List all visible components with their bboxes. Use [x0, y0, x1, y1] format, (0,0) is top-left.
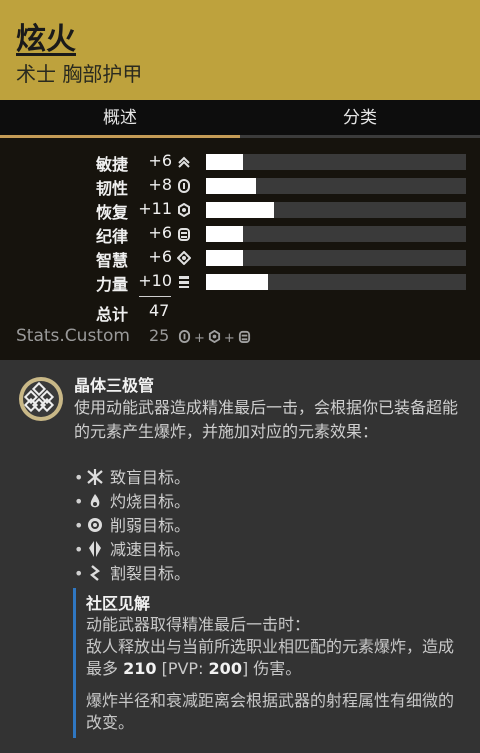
- community-note: 爆炸半径和衰减距离会根据武器的射程属性有细微的改变。: [86, 691, 455, 732]
- community-title: 社区见解: [86, 594, 151, 613]
- stat-bar: [206, 202, 466, 218]
- effect-item-scorch: • 灼烧目标。: [74, 492, 191, 511]
- mobility-icon: [177, 154, 191, 168]
- custom-stats-value: 25: [149, 326, 170, 345]
- stat-bar: [206, 250, 466, 266]
- resilience-icon: [177, 178, 191, 193]
- stat-row: 力量 +10: [0, 271, 480, 294]
- tab-bar: 概述 分类: [0, 100, 480, 138]
- perk-title: 晶体三极管: [74, 376, 155, 395]
- custom-stats-label: Stats.Custom: [16, 326, 130, 346]
- effect-item-weaken: • 削弱目标。: [74, 516, 191, 535]
- scorch-icon: [86, 493, 104, 509]
- item-subtitle: 术士 胸部护甲: [16, 62, 143, 86]
- stat-bar-fill: [206, 274, 268, 290]
- stat-value: +10: [138, 271, 172, 290]
- sever-icon: [86, 565, 104, 581]
- stat-bar-fill: [206, 154, 243, 170]
- stat-value: +6: [148, 223, 172, 242]
- stat-row: 纪律 +6: [0, 223, 480, 246]
- stat-bar: [206, 178, 466, 194]
- stat-bar-fill: [206, 250, 243, 266]
- perk-section: 晶体三极管 使用动能武器造成精准最后一击，会根据你已装备超能的元素产生爆炸，并施…: [0, 360, 480, 753]
- stat-name: 敏捷: [95, 155, 128, 174]
- effect-item-slow: • 减速目标。: [74, 540, 191, 559]
- stat-value: +8: [148, 175, 172, 194]
- stat-value: +11: [138, 199, 172, 218]
- stat-bar: [206, 226, 466, 242]
- stat-bar-fill: [206, 178, 256, 194]
- stat-name: 纪律: [95, 227, 128, 246]
- total-label: 总计: [95, 305, 128, 324]
- resilience-icon: [178, 330, 191, 347]
- community-insight: 社区见解 动能武器取得精准最后一击时： 敌人释放出与当前所选职业相匹配的元素爆炸，…: [73, 588, 469, 738]
- tab-category[interactable]: 分类: [240, 100, 480, 138]
- community-text: 动能武器取得精准最后一击时： 敌人释放出与当前所选职业相匹配的元素爆炸，造成最多 …: [86, 615, 455, 678]
- perk-description: 使用动能武器造成精准最后一击，会根据你已装备超能的元素产生爆炸，并施加对应的元素…: [74, 398, 459, 441]
- intellect-icon: [176, 250, 192, 266]
- stat-name: 智慧: [95, 251, 128, 270]
- plus-sign: +: [194, 331, 205, 346]
- stat-row: 恢复 +11: [0, 199, 480, 222]
- stat-row: 智慧 +6: [0, 247, 480, 270]
- stat-name: 韧性: [95, 179, 128, 198]
- crystal-triode-perk-icon[interactable]: [18, 376, 64, 422]
- recovery-icon: [177, 202, 191, 218]
- stat-name: 恢复: [95, 203, 128, 222]
- stat-bar: [206, 154, 466, 170]
- weaken-icon: [86, 517, 104, 533]
- effect-item-blind: • 致盲目标。: [74, 468, 191, 487]
- discipline-icon: [177, 226, 191, 241]
- stat-bar-fill: [206, 202, 274, 218]
- recovery-icon: [208, 329, 221, 347]
- discipline-icon: [238, 330, 251, 347]
- stat-row: 敏捷 +6: [0, 151, 480, 174]
- effect-item-sever: • 割裂目标。: [74, 564, 191, 583]
- item-header: 炫火 术士 胸部护甲: [0, 0, 480, 100]
- stat-value: +6: [148, 247, 172, 266]
- strength-icon: [177, 274, 191, 288]
- tab-overview[interactable]: 概述: [0, 100, 240, 138]
- stat-row: 韧性 +8: [0, 175, 480, 198]
- plus-sign: +: [223, 331, 235, 346]
- custom-stats-icons: + +: [178, 329, 251, 347]
- item-title: 炫火: [16, 22, 76, 57]
- total-divider: [139, 296, 171, 297]
- stat-bar: [206, 274, 466, 290]
- stat-bar-fill: [206, 226, 243, 242]
- total-value: 47: [149, 301, 170, 320]
- stat-name: 力量: [95, 275, 128, 294]
- stat-value: +6: [148, 151, 172, 170]
- slow-icon: [86, 541, 104, 557]
- blind-icon: [86, 469, 104, 485]
